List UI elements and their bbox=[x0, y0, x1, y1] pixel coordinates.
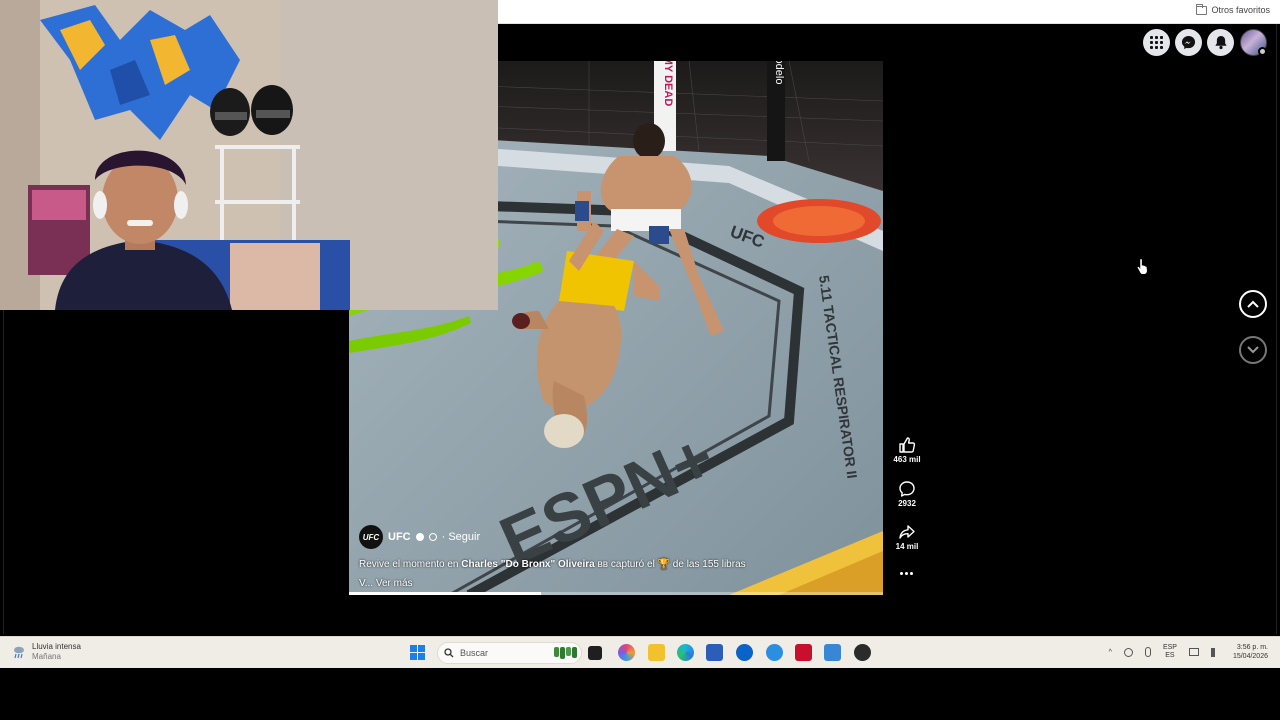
file-explorer-icon[interactable] bbox=[648, 644, 665, 661]
globe-icon bbox=[428, 533, 437, 541]
share-button[interactable]: 14 mil bbox=[889, 523, 925, 551]
wifi-icon[interactable] bbox=[1188, 648, 1199, 657]
follow-link[interactable]: · Seguir bbox=[442, 531, 481, 543]
comment-button[interactable]: 2932 bbox=[889, 480, 925, 508]
folder-icon bbox=[1196, 3, 1208, 15]
windows-start-icon[interactable] bbox=[410, 645, 425, 660]
favorites-bar: Otros favoritos bbox=[498, 0, 1280, 24]
webcam-overlay bbox=[0, 0, 498, 310]
edge-browser-icon[interactable] bbox=[677, 644, 694, 661]
taskbar-search-box[interactable]: Buscar bbox=[437, 642, 582, 664]
see-more-row: V... Ver más bbox=[359, 578, 413, 589]
see-more-link[interactable]: Ver más bbox=[376, 578, 413, 589]
copilot-icon[interactable] bbox=[618, 644, 635, 661]
mcafee-icon[interactable] bbox=[795, 644, 812, 661]
reel-info-overlay: UFC UFC · Seguir Revive el momento en Ch… bbox=[359, 525, 869, 589]
weather-widget[interactable]: Lluvia intensa Mañana bbox=[12, 642, 81, 661]
clock-time: 3:56 p. m. bbox=[1236, 644, 1268, 651]
chevron-down-icon bbox=[1247, 346, 1259, 354]
weather-title: Lluvia intensa bbox=[32, 642, 81, 651]
more-options-icon[interactable] bbox=[900, 572, 913, 575]
like-button[interactable]: 463 mil bbox=[889, 436, 925, 464]
edelo-text: odelo bbox=[773, 61, 785, 84]
volume-icon[interactable] bbox=[1210, 647, 1221, 657]
thumbs-up-icon bbox=[899, 437, 916, 453]
banner-text: MY DEAD bbox=[662, 61, 674, 106]
search-placeholder: Buscar bbox=[460, 648, 489, 658]
chevron-up-icon bbox=[1247, 300, 1259, 308]
bell-icon bbox=[1214, 35, 1227, 50]
search-icon bbox=[444, 648, 454, 658]
microsoft-store-icon[interactable] bbox=[706, 644, 723, 661]
comment-icon bbox=[899, 481, 915, 497]
ufc-avatar[interactable]: UFC bbox=[359, 525, 383, 549]
rain-icon bbox=[14, 646, 24, 658]
like-count: 463 mil bbox=[893, 455, 921, 464]
hand-cursor-icon bbox=[1136, 258, 1148, 275]
messenger-button[interactable] bbox=[1175, 29, 1202, 56]
previous-reel-button[interactable] bbox=[1239, 290, 1267, 318]
search-highlight-icon bbox=[554, 647, 577, 659]
other-favorites-folder[interactable]: Otros favoritos bbox=[1196, 3, 1270, 15]
clock-date: 15/04/2026 bbox=[1232, 653, 1268, 661]
task-view-icon[interactable] bbox=[588, 646, 602, 660]
lightning-app-icon[interactable] bbox=[766, 644, 783, 661]
desktop-screen: Otros favoritos MY DEAD odelo UFC 5.11 T… bbox=[0, 0, 1280, 720]
system-tray: ^ ESP ES 3:56 p. m. 15/04/2026 bbox=[1109, 643, 1268, 661]
mail-icon[interactable] bbox=[824, 644, 841, 661]
apps-grid-button[interactable] bbox=[1143, 29, 1170, 56]
comment-count: 2932 bbox=[898, 499, 916, 508]
recording-app-icon[interactable] bbox=[854, 644, 871, 661]
hp-icon[interactable] bbox=[736, 644, 753, 661]
weather-subtitle: Mañana bbox=[32, 651, 61, 661]
network-icon[interactable] bbox=[1123, 647, 1133, 657]
clock[interactable]: 3:56 p. m. 15/04/2026 bbox=[1233, 643, 1268, 661]
other-favorites-label: Otros favoritos bbox=[1211, 5, 1270, 15]
video-progress-fill bbox=[349, 592, 542, 595]
reel-author-row: UFC UFC · Seguir bbox=[359, 525, 869, 549]
microphone-icon[interactable] bbox=[1144, 647, 1151, 658]
language-indicator[interactable]: ESP ES bbox=[1163, 644, 1177, 661]
windows-taskbar: Lluvia intensa Mañana Buscar ^ ESP ES 3:… bbox=[0, 636, 1280, 668]
author-name[interactable]: UFC bbox=[388, 531, 411, 543]
reel-description: Revive el momento en Charles "Do Bronx" … bbox=[359, 559, 746, 570]
streamer-webcam-image bbox=[0, 0, 498, 310]
messenger-icon bbox=[1181, 35, 1196, 50]
account-menu-dot[interactable] bbox=[1258, 47, 1267, 56]
verified-badge-icon bbox=[415, 533, 424, 541]
video-progress-bar[interactable] bbox=[349, 592, 883, 595]
apps-grid-icon bbox=[1150, 36, 1163, 49]
notifications-button[interactable] bbox=[1207, 29, 1234, 56]
share-count: 14 mil bbox=[895, 542, 919, 551]
share-arrow-icon bbox=[899, 525, 915, 539]
next-reel-button[interactable] bbox=[1239, 336, 1267, 364]
chevron-up-tray-icon[interactable]: ^ bbox=[1109, 649, 1112, 656]
